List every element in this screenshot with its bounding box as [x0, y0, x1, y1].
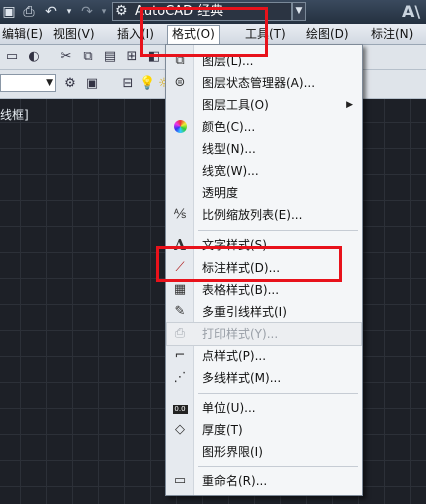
layer-manager-icon[interactable]: ⊟ — [120, 76, 136, 92]
open-icon[interactable]: ◐ — [26, 49, 42, 65]
mleader-style-icon: ✎ — [174, 304, 186, 319]
point-style-icon: ⌐ — [174, 348, 186, 363]
table-style-icon: ▦ — [173, 282, 187, 297]
undo-dropdown-icon[interactable]: ▾ — [60, 3, 78, 21]
layer-previous-icon[interactable]: ▣ — [84, 76, 100, 92]
menu-item-rename[interactable]: ▭ 重命名(R)... — [167, 470, 361, 492]
menu-item-multileader-style[interactable]: ✎ 多重引线样式(I) — [167, 301, 361, 323]
undo-icon[interactable]: ↶ — [42, 3, 60, 21]
menu-item-drawing-limits[interactable]: 图形界限(I) — [167, 441, 361, 463]
menu-edit[interactable]: 编辑(E) — [2, 26, 43, 42]
menu-item-multiline-style[interactable]: ⋰ 多线样式(M)... — [167, 367, 361, 389]
paste-icon[interactable]: ▤ — [102, 49, 118, 65]
menu-item-lineweight[interactable]: 线宽(W)... — [167, 160, 361, 182]
redo-icon[interactable]: ↷ — [78, 3, 96, 21]
menu-item-linetype[interactable]: 线型(N)... — [167, 138, 361, 160]
menu-item-plot-style: ⎙ 打印样式(Y)... — [166, 322, 362, 346]
highlight-box-format-menu — [140, 7, 268, 57]
gear-icon[interactable]: ⚙ — [62, 76, 78, 92]
menu-item-layer-state-manager[interactable]: ⊜ 图层状态管理器(A)... — [167, 72, 361, 94]
cut-icon[interactable]: ✂ — [58, 49, 74, 65]
rename-icon: ▭ — [173, 473, 187, 488]
app-title-fragment: A\ — [402, 2, 421, 21]
highlight-box-dimension-style — [156, 246, 342, 282]
menu-item-color[interactable]: 颜色(C)... — [167, 116, 361, 138]
chevron-right-icon: ▶ — [346, 100, 353, 110]
redo-dropdown-icon[interactable]: ▾ — [95, 3, 113, 21]
menu-item-scale-list[interactable]: ⅍ 比例缩放列表(E)... — [167, 204, 361, 226]
workspace-dropdown-button[interactable]: ▼ — [292, 2, 306, 21]
match-properties-icon[interactable]: ⊞ — [124, 49, 140, 65]
menu-item-thickness[interactable]: ◇ 厚度(T) — [167, 419, 361, 441]
layer-combo[interactable]: ▼ — [0, 74, 56, 92]
color-wheel-icon — [171, 118, 189, 136]
thickness-icon: ◇ — [175, 422, 185, 437]
new-icon[interactable]: ▭ — [4, 49, 20, 65]
save-icon[interactable]: ▣ — [0, 3, 18, 21]
menu-separator — [198, 393, 358, 394]
menu-item-point-style[interactable]: ⌐ 点样式(P)... — [167, 345, 361, 367]
chevron-down-icon: ▼ — [295, 6, 303, 16]
copy-icon[interactable]: ⧉ — [80, 49, 96, 65]
menu-separator — [198, 230, 358, 231]
viewport-label[interactable]: 线框] — [0, 106, 29, 123]
plot-style-icon: ⎙ — [174, 326, 186, 341]
menu-dimension[interactable]: 标注(N) — [371, 26, 413, 42]
menu-item-layer-tools[interactable]: 图层工具(O) ▶ — [167, 94, 361, 116]
menu-draw[interactable]: 绘图(D) — [306, 26, 349, 42]
print-icon[interactable]: ⎙ — [20, 3, 38, 21]
menu-item-table-style[interactable]: ▦ 表格样式(B)... — [167, 279, 361, 301]
menu-item-transparency[interactable]: 透明度 — [167, 182, 361, 204]
menu-separator — [198, 466, 358, 467]
menu-view[interactable]: 视图(V) — [53, 26, 95, 42]
scale-list-icon: ⅍ — [173, 207, 187, 222]
bulb-icon[interactable]: 💡 — [139, 76, 155, 92]
units-icon: 0.0 — [172, 405, 188, 414]
mline-style-icon: ⋰ — [173, 370, 187, 385]
chevron-down-icon: ▼ — [46, 78, 53, 88]
menu-item-units[interactable]: 0.0 单位(U)... — [167, 397, 361, 419]
layer-state-icon: ⊜ — [174, 75, 186, 90]
gear-icon: ⚙ — [115, 3, 128, 19]
